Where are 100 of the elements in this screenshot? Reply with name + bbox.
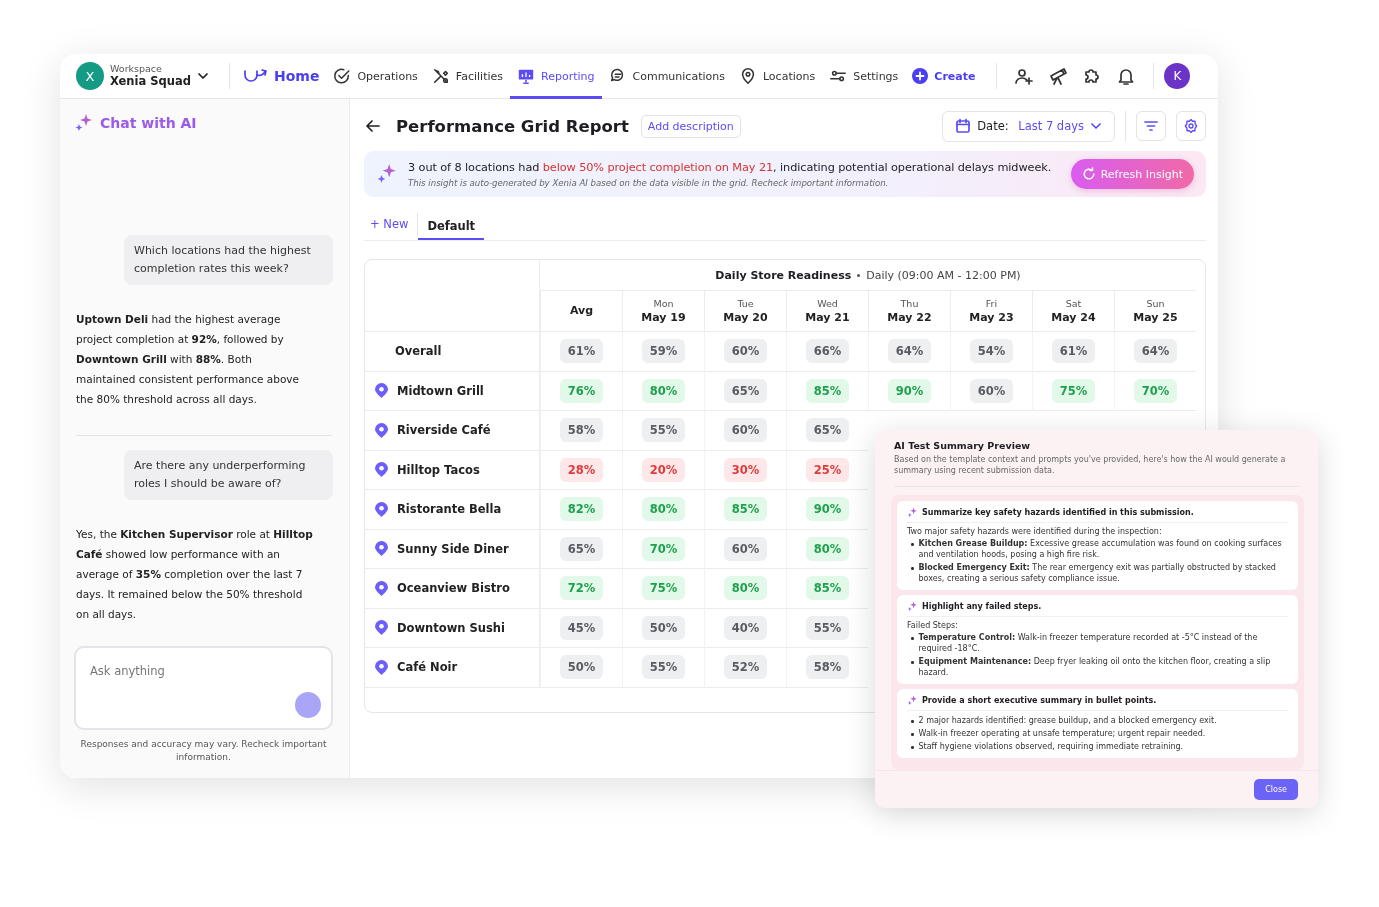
location-name[interactable]: Downtown Sushi <box>397 620 505 635</box>
percent-value: 52% <box>723 655 768 680</box>
percent-value: 20% <box>641 457 686 482</box>
bullet-text: Kitchen Grease Buildup: Excessive grease accumulation was found on cooking surfaces and ventilation hoods, posing a high fire risk. <box>918 538 1283 560</box>
location-pin-icon <box>375 501 388 517</box>
plus-circle-icon <box>912 68 929 84</box>
nav-tab[interactable]: Create <box>905 54 983 99</box>
date-filter-button[interactable]: Date: Last 7 days <box>942 110 1115 142</box>
telescope-icon[interactable] <box>1048 66 1069 86</box>
disclaimer-text: Responses and accuracy may vary. Recheck important information. <box>79 738 328 764</box>
location-pin-icon <box>375 422 388 438</box>
nav-tab[interactable]: Reporting <box>510 54 602 99</box>
percent-value: 25% <box>805 457 850 482</box>
percent-value: 80% <box>641 497 686 522</box>
sparkle-icon <box>74 113 94 133</box>
percent-value: 75% <box>641 576 686 601</box>
bullet-icon <box>911 637 914 640</box>
chat-input-field[interactable]: Ask anything <box>88 663 319 679</box>
group-title: Daily Store Readiness <box>715 268 852 282</box>
column-day: Mon <box>653 297 674 311</box>
column-date: May 23 <box>969 311 1014 325</box>
percent-value: 85% <box>723 497 768 522</box>
bullet-icon <box>911 567 914 570</box>
column-date: May 22 <box>887 311 932 325</box>
back-arrow-icon[interactable] <box>364 117 382 135</box>
settings-button[interactable] <box>1176 111 1206 141</box>
nav-tab[interactable]: Operations <box>326 54 425 99</box>
sparkle-icon <box>907 601 918 612</box>
column-date: May 21 <box>805 311 850 325</box>
bullet-text: 2 major hazards identified: grease buildup, and a blocked emergency exit. <box>918 715 1217 726</box>
new-view-button[interactable]: + New <box>364 213 419 236</box>
sparkle-icon <box>907 695 918 706</box>
location-name[interactable]: Midtown Grill <box>397 383 484 398</box>
summary-intro: Failed Steps: <box>907 621 959 630</box>
report-title: Performance Grid Report <box>396 116 629 136</box>
percent-value: 85% <box>805 378 850 403</box>
calendar-icon <box>955 118 972 134</box>
group-subtitle: Daily (09:00 AM - 12:00 PM) <box>866 268 1021 282</box>
location-pin-icon <box>375 462 388 478</box>
location-name[interactable]: Sunny Side Diner <box>397 541 509 556</box>
nav-tab[interactable]: Locations <box>731 54 823 99</box>
nav-tab[interactable]: Communications <box>601 54 732 99</box>
location-name[interactable]: Hilltop Tacos <box>397 462 480 477</box>
nav-tab[interactable]: Facilities <box>424 54 510 99</box>
user-avatar[interactable]: K <box>1164 63 1191 89</box>
percent-value: 58% <box>805 655 850 680</box>
percent-value: 65% <box>805 418 850 443</box>
location-name[interactable]: Riverside Café <box>397 423 491 438</box>
bullet-icon <box>911 720 914 723</box>
percent-value: 55% <box>805 615 850 640</box>
nav-tab[interactable]: Settings <box>822 54 906 99</box>
percent-value: 80% <box>723 576 768 601</box>
bullet-text: Equipment Maintenance: Deep fryer leaking oil onto the kitchen floor, creating a slip hazard. <box>918 656 1272 678</box>
percent-value: 90% <box>805 497 850 522</box>
close-button[interactable]: Close <box>1254 779 1298 800</box>
location-name[interactable]: Overall <box>395 344 442 359</box>
percent-value: 82% <box>559 497 604 522</box>
user-message: Are there any underperforming roles I should be aware of? <box>124 450 333 500</box>
percent-value: 76% <box>559 378 604 403</box>
location-name[interactable]: Ristorante Bella <box>397 502 502 517</box>
percent-value: 66% <box>805 339 850 364</box>
percent-value: 54% <box>969 339 1014 364</box>
percent-value: 64% <box>887 339 932 364</box>
percent-value: 59% <box>641 339 686 364</box>
percent-value: 60% <box>723 339 768 364</box>
nav-tab[interactable]: Home <box>239 54 327 99</box>
percent-value: 60% <box>723 418 768 443</box>
workspace-avatar: X <box>76 62 104 90</box>
percent-value: 64% <box>1133 339 1178 364</box>
percent-value: 70% <box>1133 378 1178 403</box>
bullet-icon <box>911 543 914 546</box>
percent-value: 50% <box>641 615 686 640</box>
location-pin-icon <box>375 659 388 675</box>
workspace-switcher[interactable]: X Workspace Xenia Squad <box>76 62 219 90</box>
dialog-subtitle: Based on the template context and prompts you've provided, here's how the AI would generate a summary using recent submission data. <box>894 454 1299 487</box>
user-message: Which locations had the highest completion rates this week? <box>124 235 333 285</box>
gear-icon <box>1183 118 1199 134</box>
column-day: Fri <box>985 297 998 311</box>
tools-icon <box>431 67 450 85</box>
location-name[interactable]: Café Noir <box>397 660 458 675</box>
location-name[interactable]: Oceanview Bistro <box>397 581 510 596</box>
add-description-button[interactable]: Add description <box>640 114 741 138</box>
view-tab[interactable]: Default <box>418 213 485 240</box>
filter-button[interactable] <box>1136 111 1166 141</box>
percent-value: 60% <box>969 378 1014 403</box>
presentation-chart-icon <box>517 67 535 85</box>
percent-value: 65% <box>723 378 768 403</box>
percent-value: 58% <box>559 418 604 443</box>
column-date: May 19 <box>641 311 686 325</box>
user-add-icon[interactable] <box>1014 66 1035 86</box>
prompt-text: Summarize key safety hazards identified in this submission. <box>922 508 1194 517</box>
column-day: Sat <box>1065 297 1082 311</box>
chat-title: Chat with AI <box>100 115 197 131</box>
chevron-down-icon <box>1090 120 1102 132</box>
column-day: Thu <box>900 297 919 311</box>
percent-value: 85% <box>805 576 850 601</box>
prompt-text: Highlight any failed steps. <box>922 602 1042 611</box>
refresh-icon <box>1081 167 1096 181</box>
column-date: May 25 <box>1133 311 1178 325</box>
insight-note: This insight is auto-generated by Xenia AI based on the data visible in the grid. Recheck important information. <box>408 177 890 188</box>
